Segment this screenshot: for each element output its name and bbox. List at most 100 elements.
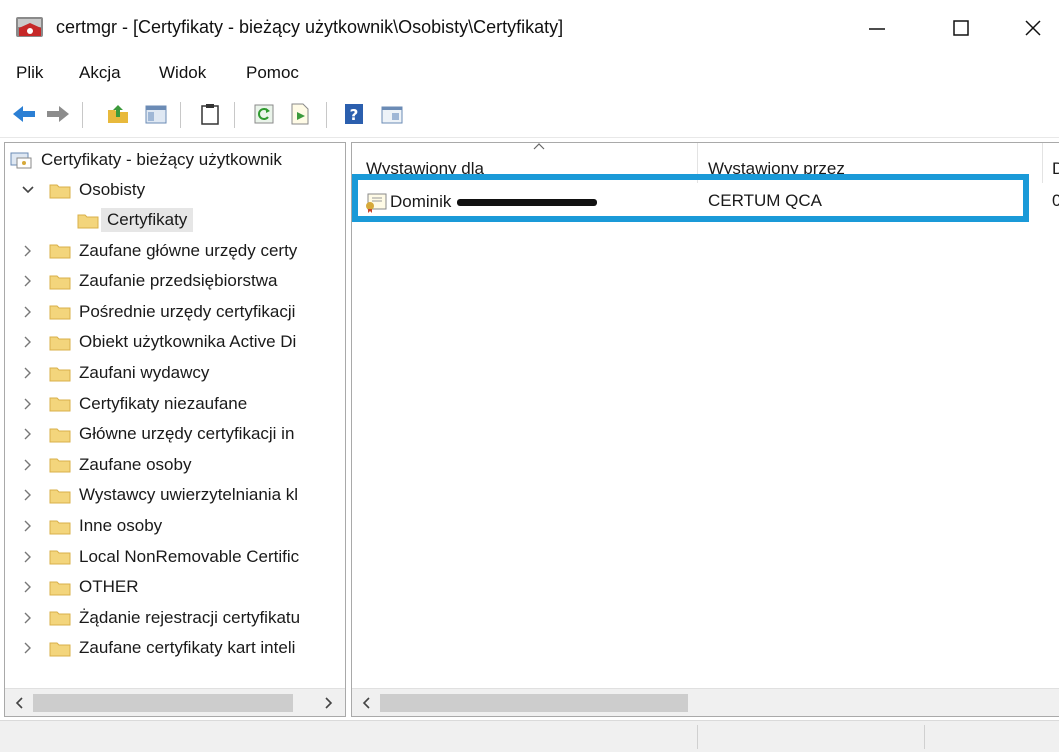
folder-icon xyxy=(49,581,71,596)
certmgr-app-icon xyxy=(15,14,45,40)
title-bar: certmgr - [Certyfikaty - bieżący użytkow… xyxy=(0,0,1059,58)
tree-root-label: Certyfikaty - bieżący użytkownik xyxy=(41,150,282,169)
menu-pomoc[interactable]: Pomoc xyxy=(246,63,299,83)
tree-expander[interactable] xyxy=(19,333,37,351)
chevron-right-icon xyxy=(24,459,31,471)
tree-expander[interactable] xyxy=(19,517,37,535)
list-scroll-left-arrow[interactable] xyxy=(356,692,376,714)
window-title: certmgr - [Certyfikaty - bieżący użytkow… xyxy=(56,17,564,37)
tree-item[interactable]: Zaufane osoby xyxy=(19,450,191,480)
console-view-icon xyxy=(381,106,403,124)
certificate-list-pane[interactable]: Wystawiony dla Wystawiony przez D Domini… xyxy=(351,142,1059,717)
refresh-button[interactable] xyxy=(250,100,278,128)
back-arrow-icon xyxy=(13,106,35,122)
close-icon xyxy=(1025,20,1041,36)
forward-button[interactable] xyxy=(44,100,72,128)
chevron-right-icon xyxy=(24,520,31,532)
tree-item-label: Zaufani wydawcy xyxy=(79,363,210,382)
properties-button[interactable] xyxy=(196,100,224,128)
tree-horizontal-scrollbar[interactable] xyxy=(5,688,345,716)
scroll-left-arrow[interactable] xyxy=(9,692,29,714)
status-bar xyxy=(0,720,1059,752)
refresh-icon xyxy=(254,104,274,124)
tree-item-label: Główne urzędy certyfikacji in xyxy=(79,424,295,444)
tree-item-label: OTHER xyxy=(79,577,139,597)
tree-item-label: Wystawcy uwierzytelniania kl xyxy=(79,485,299,505)
minimize-button[interactable] xyxy=(854,8,900,48)
tree-expander[interactable] xyxy=(19,181,37,199)
tree-item[interactable]: Główne urzędy certyfikacji in xyxy=(19,419,294,449)
tree-expander[interactable] xyxy=(19,578,37,596)
tree-expander[interactable] xyxy=(19,456,37,474)
column-header-expiration[interactable]: D xyxy=(1052,143,1059,183)
tree-item[interactable]: Osobisty xyxy=(19,175,145,205)
forward-arrow-icon xyxy=(47,106,69,122)
console-view-button[interactable] xyxy=(378,100,406,128)
tree-item-label: Pośrednie urzędy certyfikacji xyxy=(79,301,296,321)
tree-item[interactable]: Żądanie rejestracji certyfikatu xyxy=(19,603,300,633)
tree-item[interactable]: Certyfikaty niezaufane xyxy=(19,389,247,419)
tree-item[interactable]: Wystawcy uwierzytelniania kl xyxy=(19,480,298,510)
scroll-right-arrow[interactable] xyxy=(319,692,339,714)
close-button[interactable] xyxy=(1010,8,1056,48)
help-button[interactable]: ? xyxy=(340,100,368,128)
chevron-right-icon xyxy=(325,697,333,709)
tree-item-certyfikaty[interactable]: Certyfikaty xyxy=(49,205,194,235)
tree-expander[interactable] xyxy=(19,639,37,657)
tree-item[interactable]: Inne osoby xyxy=(19,511,162,541)
tree-item[interactable]: Obiekt użytkownika Active Di xyxy=(19,327,296,357)
chevron-right-icon xyxy=(24,612,31,624)
tree-expander[interactable] xyxy=(19,425,37,443)
tree-expander[interactable] xyxy=(19,303,37,321)
chevron-right-icon xyxy=(24,306,31,318)
cell-expiration: 0 xyxy=(1052,191,1059,211)
menu-plik[interactable]: Plik xyxy=(16,63,43,83)
folder-icon xyxy=(49,642,71,657)
chevron-down-icon xyxy=(22,186,34,194)
tree-item-label: Certyfikaty xyxy=(101,208,194,232)
menu-akcja[interactable]: Akcja xyxy=(79,63,121,83)
clipboard-icon xyxy=(201,104,219,125)
tree-expander[interactable] xyxy=(19,548,37,566)
tree-expander[interactable] xyxy=(19,364,37,382)
tree-item[interactable]: Zaufani wydawcy xyxy=(19,358,209,388)
folder-icon xyxy=(49,489,71,504)
up-one-level-button[interactable] xyxy=(104,100,132,128)
tree-root[interactable]: Certyfikaty - bieżący użytkownik xyxy=(9,145,282,175)
tree-item[interactable]: Zaufanie przedsiębiorstwa xyxy=(19,266,277,296)
folder-icon xyxy=(49,611,71,626)
toolbar: ? xyxy=(0,92,1059,138)
chevron-right-icon xyxy=(24,489,31,501)
tree-expander[interactable] xyxy=(19,486,37,504)
tree-expander[interactable] xyxy=(19,609,37,627)
tree-item-label: Zaufane osoby xyxy=(79,454,192,474)
export-list-button[interactable] xyxy=(286,100,314,128)
list-horizontal-scrollbar[interactable] xyxy=(352,688,1059,716)
menu-bar: Plik Akcja Widok Pomoc xyxy=(0,58,1059,92)
tree-item[interactable]: Zaufane główne urzędy certy xyxy=(19,236,297,266)
menu-widok[interactable]: Widok xyxy=(159,63,206,83)
folder-icon xyxy=(49,397,71,412)
export-list-icon xyxy=(291,103,309,125)
tree-expander[interactable] xyxy=(19,272,37,290)
folder-icon xyxy=(49,458,71,473)
tree-expander[interactable] xyxy=(19,395,37,413)
chevron-right-icon xyxy=(24,336,31,348)
tree-item-label: Osobisty xyxy=(79,180,146,199)
folder-icon xyxy=(49,275,71,290)
tree-scroll-thumb[interactable] xyxy=(33,694,293,712)
tree-item-label: Local NonRemovable Certific xyxy=(79,546,300,566)
tree-item[interactable]: OTHER xyxy=(19,572,139,602)
tree-expander[interactable] xyxy=(19,242,37,260)
folder-icon xyxy=(77,214,99,228)
tree-item[interactable]: Local NonRemovable Certific xyxy=(19,542,299,572)
tree-pane[interactable]: Certyfikaty - bieżący użytkownik Osobist… xyxy=(4,142,346,717)
tree-item[interactable]: Pośrednie urzędy certyfikacji xyxy=(19,297,295,327)
maximize-button[interactable] xyxy=(938,8,984,48)
show-hide-tree-button[interactable] xyxy=(142,100,170,128)
chevron-right-icon xyxy=(24,642,31,654)
list-scroll-thumb[interactable] xyxy=(380,694,688,712)
back-button[interactable] xyxy=(10,100,38,128)
folder-icon xyxy=(49,520,71,534)
tree-item[interactable]: Zaufane certyfikaty kart inteli xyxy=(19,633,295,663)
